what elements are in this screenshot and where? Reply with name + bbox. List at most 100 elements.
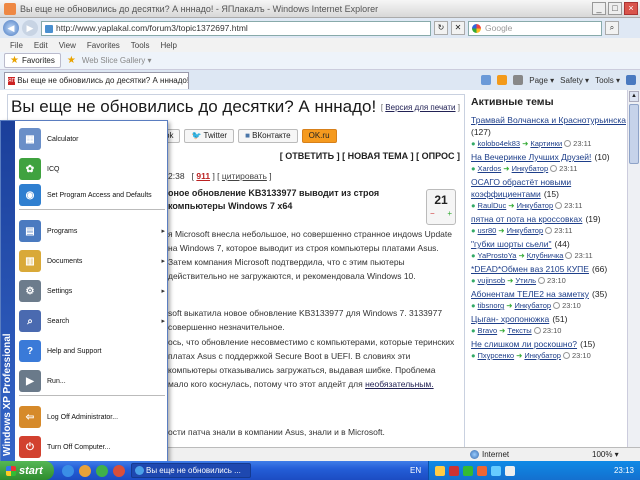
topic-link[interactable]: "губки шорты сьели" [471, 239, 551, 249]
firefox-quicklaunch-icon[interactable] [79, 464, 91, 477]
topic-author[interactable]: kolobo4ek83 [478, 139, 521, 148]
share-vk-button[interactable]: ВКонтакте [238, 129, 298, 143]
topic-link[interactable]: пятна от пота на кроссовках [471, 214, 582, 224]
forward-button[interactable]: ▶ [22, 20, 38, 36]
start-menu-item[interactable]: ▤ Programs ▸ [19, 217, 165, 245]
topic-list: Трамвай Волчанска и Краснотурьинска (127… [471, 114, 626, 360]
window-titlebar[interactable]: Вы еще не обновились до десятки? А нннад… [0, 0, 640, 18]
rate-up-icon[interactable]: + [447, 209, 452, 218]
menu-help[interactable]: Help [160, 41, 176, 50]
print-version-link[interactable]: Версия для печати [385, 103, 455, 112]
rate-down-icon[interactable]: − [430, 209, 435, 218]
topic-link[interactable]: Трамвай Волчанска и Краснотурьинска [471, 115, 626, 125]
start-button[interactable]: start [0, 461, 54, 480]
search-go-icon[interactable]: ⌕ [605, 21, 619, 35]
tray-icon[interactable] [449, 465, 459, 476]
tray-icon[interactable] [463, 465, 473, 476]
refresh-icon[interactable]: ↻ [434, 21, 448, 35]
topic-section[interactable]: Инкубатор [517, 201, 554, 210]
start-label: start [19, 464, 43, 477]
topic-author[interactable]: Пхурсенко [478, 351, 515, 360]
menu-edit[interactable]: Edit [34, 41, 48, 50]
start-menu-item[interactable]: ⏻ Turn Off Computer... [19, 433, 165, 461]
topic-link[interactable]: *DEAD*Обмен ваз 2105 КУПЕ [471, 264, 589, 274]
tools-menu[interactable]: Tools ▾ [595, 76, 620, 85]
topic-section[interactable]: Инкубатор [512, 164, 549, 173]
maximize-button[interactable]: □ [608, 2, 622, 15]
tray-icon[interactable] [477, 465, 487, 476]
menu-favorites[interactable]: Favorites [87, 41, 120, 50]
back-button[interactable]: ◀ [3, 20, 19, 36]
taskbar-window-button[interactable]: Вы еще не обновились ... [131, 463, 251, 478]
share-twitter-button[interactable]: Twitter [184, 129, 235, 143]
url-field[interactable]: http://www.yaplakal.com/forum3/topic1372… [41, 20, 431, 36]
opera-quicklaunch-icon[interactable] [113, 464, 125, 477]
home-icon[interactable] [481, 75, 492, 85]
start-menu-item[interactable]: ? Help and Support [19, 337, 165, 365]
rss-icon[interactable] [497, 75, 508, 85]
start-menu-item[interactable]: ▦ Calculator [19, 125, 165, 153]
minimize-button[interactable]: _ [592, 2, 606, 15]
search-input[interactable]: Google [468, 20, 602, 36]
start-menu-item[interactable]: ✿ ICQ [19, 155, 165, 183]
close-button[interactable]: × [624, 2, 638, 15]
page-menu[interactable]: Page ▾ [529, 76, 554, 85]
menu-tools[interactable]: Tools [131, 41, 150, 50]
share-ok-button[interactable]: OK.ru [301, 129, 337, 143]
zoom-level[interactable]: 100% ▾ [592, 450, 619, 459]
scroll-up-icon[interactable]: ▲ [629, 91, 639, 102]
ie-quicklaunch-icon[interactable] [62, 464, 74, 477]
topic-author[interactable]: RaulDuc [478, 201, 507, 210]
scroll-thumb[interactable] [629, 104, 639, 164]
windows-logo-icon [6, 465, 16, 476]
topic-author[interactable]: YaProstoYa [478, 251, 517, 260]
topic-author[interactable]: Xardos [478, 164, 502, 173]
user-icon: ● [471, 226, 476, 235]
tray-icon[interactable] [435, 465, 445, 476]
add-favorite-icon[interactable]: ★ [67, 55, 76, 66]
topic-section[interactable]: Утиль [515, 276, 536, 285]
topic-author[interactable]: usr80 [478, 226, 497, 235]
menu-file[interactable]: File [10, 41, 23, 50]
topic-section[interactable]: Картинки [530, 139, 562, 148]
start-menu-item[interactable]: ▥ Documents ▸ [19, 247, 165, 275]
topic-section[interactable]: Тексты [507, 326, 531, 335]
topic-link[interactable]: На Вечеринке Лучших Друзей! [471, 152, 591, 162]
topic-section[interactable]: Инкубатор [507, 226, 544, 235]
web-slice-gallery-link[interactable]: Web Slice Gallery ▾ [82, 56, 152, 65]
topic-section[interactable]: Инкубатор [515, 301, 552, 310]
language-indicator[interactable]: EN [410, 466, 421, 475]
start-menu-item[interactable]: ◉ Set Program Access and Defaults [19, 181, 165, 209]
topic-author[interactable]: Bravo [478, 326, 498, 335]
quote-link[interactable]: цитировать [222, 171, 267, 181]
help-icon[interactable] [626, 75, 636, 85]
topic-author[interactable]: tibsnorg [478, 301, 505, 310]
topic-section[interactable]: Инкубатор [524, 351, 561, 360]
topic-link[interactable]: Цыган- хропонюжка [471, 314, 549, 324]
print-icon[interactable] [513, 75, 524, 85]
tab-current[interactable]: ЯП Вы еще не обновились до десятки? А нн… [4, 71, 189, 89]
start-menu-item[interactable]: ⌕ Search ▸ [19, 307, 165, 335]
topic-actions[interactable]: [ ОТВЕТИТЬ ] [ НОВАЯ ТЕМА ] [ ОПРОС ] [280, 151, 460, 161]
topic-link[interactable]: Не слишком ли роскошно? [471, 339, 577, 349]
topic-author[interactable]: vujinsob [478, 276, 506, 285]
start-menu-item[interactable]: ⇦ Log Off Administrator... [19, 403, 165, 431]
safety-menu[interactable]: Safety ▾ [560, 76, 589, 85]
rating-box: 21 − + [426, 189, 456, 225]
vertical-scrollbar[interactable]: ▲ ▼ [627, 90, 640, 460]
stop-icon[interactable]: ✕ [451, 21, 465, 35]
tab-bar: ЯП Вы еще не обновились до десятки? А нн… [0, 70, 640, 90]
network-icon[interactable] [491, 465, 501, 476]
topic-link[interactable]: Абонентам ТЕЛЕ2 на заметку [471, 289, 589, 299]
post-link[interactable]: необязательным. [365, 379, 434, 389]
menu-view[interactable]: View [59, 41, 76, 50]
start-menu-item[interactable]: ▶ Run... [19, 367, 165, 395]
favorites-button[interactable]: ★ Favorites [4, 53, 61, 68]
post-number[interactable]: 911 [196, 171, 210, 181]
topic-item: Трамвай Волчанска и Краснотурьинска (127… [471, 114, 626, 148]
post-meta: 2:38 [ 911 ] [ цитировать ] [168, 171, 272, 181]
topic-section[interactable]: Клубничка [527, 251, 564, 260]
chrome-quicklaunch-icon[interactable] [96, 464, 108, 477]
volume-icon[interactable] [505, 465, 515, 476]
start-menu-item[interactable]: ⚙ Settings ▸ [19, 277, 165, 305]
